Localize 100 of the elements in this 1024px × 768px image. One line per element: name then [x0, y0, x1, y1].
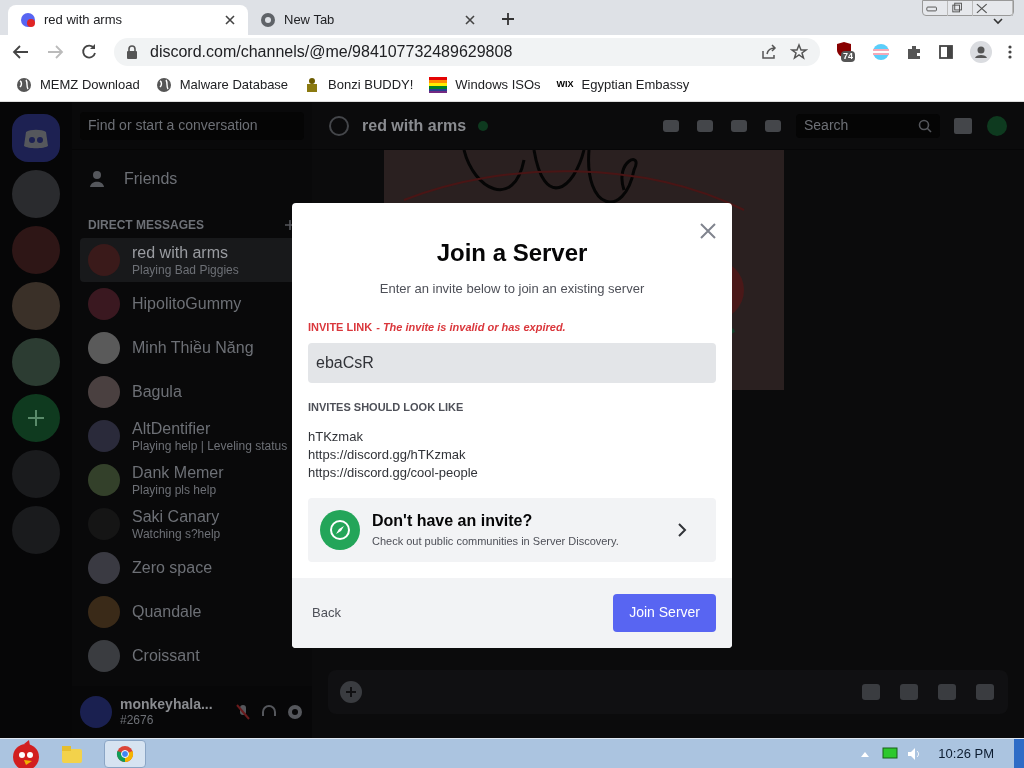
chevron-down-icon[interactable] — [992, 15, 1004, 27]
bookmark[interactable]: Bonzi BUDDY! — [304, 74, 414, 95]
dm-name: Zero space — [132, 558, 213, 578]
dm-name: Dank Memer — [132, 462, 224, 483]
dialog-subtitle: Enter an invite below to join an existing server — [378, 280, 646, 298]
striped-circle-icon[interactable] — [872, 42, 890, 61]
dm-status: Playing help | Leveling status — [132, 438, 288, 454]
server-icon[interactable] — [12, 338, 60, 386]
dm-name: Bagula — [132, 382, 182, 402]
discord-favicon-icon — [20, 12, 36, 28]
dm-item[interactable]: Zero space — [80, 546, 304, 590]
minimize-icon[interactable] — [923, 1, 948, 16]
dialog-title: Join a Server — [435, 238, 589, 268]
dm-status: Watching s?help — [132, 526, 221, 542]
search-field[interactable]: Find or start a conversation — [80, 111, 304, 140]
dm-name: Quandale — [132, 602, 202, 622]
compass-icon — [320, 509, 360, 550]
dm-item[interactable]: Minh Thiều Năng — [80, 326, 304, 370]
avatar — [88, 420, 120, 452]
extension-badge: 74 — [841, 50, 855, 62]
clock-time[interactable]: 10:26 PM — [938, 743, 994, 764]
card-title: Don't have an invite? — [372, 511, 534, 532]
globe-icon — [155, 76, 172, 93]
section-heading: INVITES SHOULD LOOK LIKE — [308, 400, 465, 415]
avatar — [88, 552, 120, 584]
chrome-taskbar-button[interactable] — [104, 739, 146, 768]
dm-item[interactable]: Quandale — [80, 590, 304, 634]
avatar — [88, 376, 120, 408]
bookmark[interactable]: MEMZ Download — [16, 74, 140, 95]
side-panel-icon[interactable] — [938, 43, 954, 60]
example-text: https://discord.gg/hTKzmak — [308, 445, 467, 464]
add-icon — [340, 681, 362, 703]
chrome-icon — [116, 744, 134, 763]
dm-status: Playing Bad Piggies — [132, 262, 239, 278]
dm-item[interactable]: Saki Canary Watching s?help — [80, 502, 304, 546]
dm-item[interactable]: HipolitoGummy — [80, 282, 304, 326]
bookmark[interactable]: Windows ISOs — [429, 74, 541, 95]
dm-name: Minh Thiều Năng — [132, 338, 254, 358]
avatar — [88, 596, 120, 628]
plus-icon[interactable] — [500, 11, 516, 27]
invite-link-field[interactable]: ebaCsR — [308, 343, 716, 383]
avatar — [88, 464, 120, 496]
avatar — [88, 288, 120, 320]
search-icon — [918, 118, 932, 133]
error-message: - The invite is invalid or has expired. — [376, 319, 566, 335]
close-icon[interactable] — [224, 14, 236, 26]
menu-icon[interactable] — [1008, 43, 1012, 60]
status-dot-icon — [478, 120, 489, 131]
puzzle-icon[interactable] — [906, 43, 922, 60]
dm-item[interactable]: Bagula — [80, 370, 304, 414]
back-link[interactable]: Back — [308, 602, 345, 623]
dm-name: red with arms — [132, 242, 230, 263]
forward-arrow-icon[interactable] — [46, 42, 64, 61]
browser-tab[interactable]: red with arms — [8, 5, 248, 35]
address-bar[interactable]: discord.com/channels/@me/984107732489629808 — [114, 37, 820, 66]
bookmark[interactable]: WIX Egyptian Embassy — [556, 74, 690, 95]
dm-name: Saki Canary — [132, 506, 221, 527]
friends-item[interactable]: Friends — [80, 158, 304, 200]
tab-title: red with arms — [44, 11, 124, 30]
example-text: hTKzmak — [308, 427, 364, 446]
bookmark[interactable]: Malware Database — [155, 74, 289, 95]
tab-title: New Tab — [284, 11, 336, 30]
avatar — [88, 332, 120, 364]
dm-item[interactable]: Dank Memer Playing pls help — [80, 458, 304, 502]
browser-tab[interactable]: New Tab — [248, 5, 488, 35]
channel-title: red with arms — [362, 115, 467, 136]
add-server-icon[interactable] — [12, 394, 60, 442]
example-text: https://discord.gg/cool-people — [308, 463, 479, 482]
close-icon[interactable] — [464, 14, 476, 26]
globe-icon — [16, 76, 32, 93]
rainbow-flag-icon — [429, 76, 448, 93]
join-server-button[interactable]: Join Server — [613, 593, 716, 632]
server-icon[interactable] — [12, 170, 60, 218]
network-icon[interactable] — [882, 746, 899, 761]
card-subtitle: Check out public communities in Server Discovery. — [372, 534, 620, 550]
dm-item[interactable]: AltDentifier Playing help | Leveling status — [80, 414, 304, 458]
wix-logo: WIX — [556, 77, 574, 91]
lock-icon — [126, 44, 138, 59]
discord-logo-icon[interactable] — [12, 114, 60, 162]
back-arrow-icon[interactable] — [12, 42, 30, 61]
dm-name: HipolitoGummy — [132, 294, 242, 314]
microphone-icon[interactable] — [234, 703, 252, 721]
chevron-right-icon — [676, 521, 688, 538]
dm-item[interactable]: Croissant — [80, 634, 304, 678]
settings-icon[interactable] — [286, 703, 304, 721]
server-discovery-card[interactable]: Don't have an invite? Check out public communities in Server Discovery. — [308, 497, 716, 562]
dm-name: AltDentifier — [132, 418, 212, 439]
message-field[interactable] — [328, 670, 1008, 714]
url-text: discord.com/channels/@me/984107732489629808 — [150, 41, 514, 62]
section-heading: DIRECT MESSAGES — [88, 217, 204, 234]
server-icon[interactable] — [12, 282, 60, 330]
share-icon[interactable] — [760, 42, 778, 61]
profile-icon[interactable] — [970, 40, 992, 63]
user-tag: #2676 — [120, 713, 226, 729]
search-field[interactable]: Search — [796, 113, 940, 138]
reload-icon[interactable] — [80, 42, 98, 61]
star-icon[interactable] — [790, 42, 808, 61]
avatar — [88, 244, 120, 276]
field-label: INVITE LINK — [308, 319, 373, 335]
dm-status: Playing pls help — [132, 482, 218, 498]
